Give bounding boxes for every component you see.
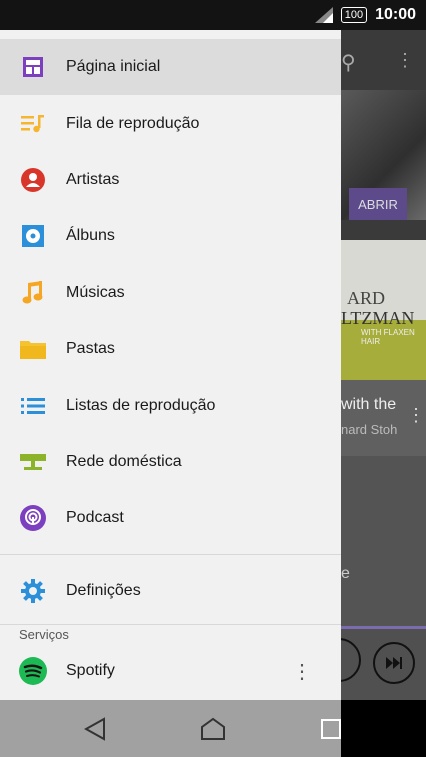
drawer-item-label: Definições	[66, 582, 141, 599]
next-button	[373, 642, 415, 684]
drawer-item-podcast[interactable]: Podcast	[0, 490, 341, 546]
signal-icon	[314, 7, 333, 23]
drawer-item-folders[interactable]: Pastas	[0, 321, 341, 377]
drawer-item-label: Podcast	[66, 509, 124, 526]
track-title: with the	[341, 396, 397, 413]
home-grid-icon	[20, 54, 46, 80]
drawer-item-home[interactable]: Página inicial	[0, 39, 341, 95]
spotify-icon	[19, 657, 47, 685]
album-text-line1: ARD	[347, 288, 386, 308]
home-button[interactable]	[196, 712, 230, 746]
drawer-item-home-network[interactable]: Rede doméstica	[0, 434, 341, 490]
podcast-icon	[20, 505, 46, 531]
track-artist: nard Stoh	[341, 422, 398, 437]
drawer-item-label: Álbuns	[66, 227, 115, 244]
drawer-item-settings[interactable]: Definições	[0, 563, 341, 619]
battery-icon: 100	[340, 7, 368, 23]
drawer-item-artists[interactable]: Artistas	[0, 152, 341, 208]
drawer-item-albums[interactable]: Álbuns	[0, 208, 341, 264]
open-button: ABRIR	[349, 188, 407, 220]
search-icon: ⚲	[341, 52, 356, 74]
album-text-line3: WITH FLAXEN HAIR	[361, 328, 415, 346]
drawer-item-label: Listas de reprodução	[66, 397, 216, 414]
album-text-line2: LTZMAN	[341, 308, 415, 328]
more-vert-icon: ⋮	[396, 50, 414, 70]
back-button[interactable]	[78, 712, 112, 746]
divider	[0, 554, 341, 555]
folder-icon	[20, 336, 46, 362]
home-network-icon	[20, 449, 46, 475]
drawer-item-label: Artistas	[66, 171, 120, 188]
navigation-drawer: Página inicial Fila de reprodução Artist…	[0, 30, 341, 700]
drawer-item-songs[interactable]: Músicas	[0, 265, 341, 321]
drawer-item-label: Pastas	[66, 340, 115, 357]
drawer-item-playlists[interactable]: Listas de reprodução	[0, 378, 341, 434]
nav-bar-scrim	[0, 700, 341, 757]
album-icon	[20, 223, 46, 249]
recent-apps-button[interactable]	[314, 712, 348, 746]
artist-icon	[20, 167, 46, 193]
drawer-item-label: Fila de reprodução	[66, 115, 200, 132]
clock: 10:00	[375, 6, 416, 23]
more-vert-icon: ⋮	[407, 405, 425, 425]
more-vert-icon[interactable]: ⋮	[292, 659, 312, 684]
drawer-item-queue[interactable]: Fila de reprodução	[0, 96, 341, 152]
playlist-icon	[20, 393, 46, 419]
drawer-item-spotify[interactable]: Spotify ⋮	[0, 643, 341, 699]
drawer-item-label: Rede doméstica	[66, 453, 182, 470]
divider	[0, 624, 341, 625]
background-app: ⚲ ⋮ ABRIR ARD LTZMAN WITH FLAXEN HAIR wi…	[341, 30, 426, 700]
drawer-item-label: Página inicial	[66, 58, 161, 75]
gear-icon	[20, 578, 46, 604]
music-note-icon	[20, 280, 46, 306]
partial-text: e	[341, 565, 350, 582]
drawer-item-label: Músicas	[66, 284, 125, 301]
status-icons: 100 10:00	[314, 0, 416, 30]
services-header: Serviços	[19, 627, 69, 642]
queue-icon	[20, 111, 46, 137]
drawer-item-label: Spotify	[66, 662, 115, 679]
